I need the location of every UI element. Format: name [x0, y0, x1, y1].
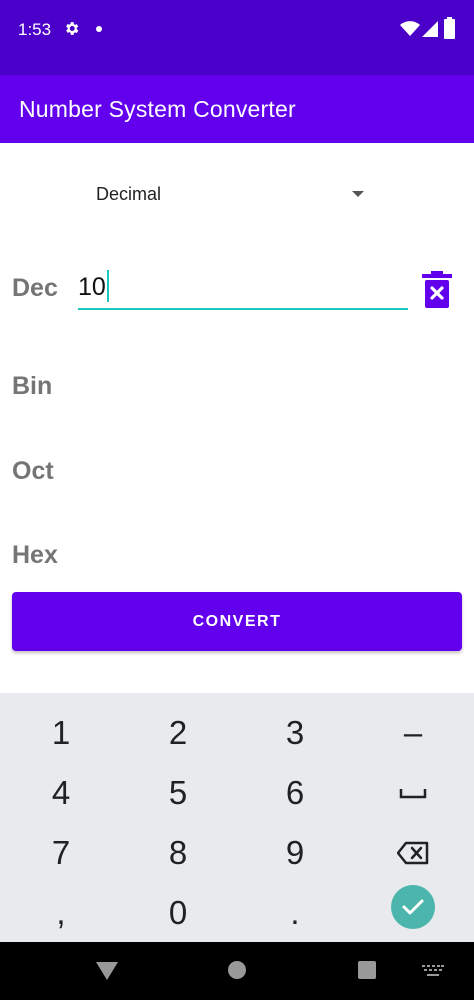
back-icon[interactable] [96, 962, 118, 985]
key-1[interactable]: 1 [21, 704, 101, 762]
oct-label: Oct [12, 457, 54, 485]
key-minus[interactable]: – [373, 704, 453, 762]
key-period[interactable]: . [255, 884, 335, 942]
key-comma[interactable]: , [21, 884, 101, 942]
text-cursor [107, 270, 109, 302]
navigation-bar [0, 942, 474, 1000]
decimal-input[interactable]: 10 [78, 266, 408, 310]
battery-icon [444, 17, 455, 44]
space-key[interactable] [373, 764, 453, 822]
dec-label: Dec [12, 274, 58, 302]
dropdown-arrow-icon [352, 191, 364, 197]
hex-label: Hex [12, 541, 58, 569]
clear-button[interactable] [422, 270, 452, 310]
key-3[interactable]: 3 [255, 704, 335, 762]
app-bar: Number System Converter [0, 75, 474, 143]
decimal-input-value: 10 [78, 273, 106, 301]
bin-label: Bin [12, 372, 53, 400]
key-5[interactable]: 5 [138, 764, 218, 822]
key-8[interactable]: 8 [138, 824, 218, 882]
backspace-key[interactable] [373, 824, 453, 882]
signal-icon [422, 21, 438, 42]
wifi-icon [400, 21, 420, 42]
key-0[interactable]: 0 [138, 884, 218, 942]
recent-apps-icon[interactable] [358, 961, 376, 979]
key-4[interactable]: 4 [21, 764, 101, 822]
dropdown-selected-value: Decimal [96, 184, 162, 204]
app-title: Number System Converter [19, 96, 296, 122]
key-9[interactable]: 9 [255, 824, 335, 882]
keyboard-switch-icon[interactable] [422, 964, 444, 982]
key-7[interactable]: 7 [21, 824, 101, 882]
key-6[interactable]: 6 [255, 764, 335, 822]
trash-clear-icon [422, 271, 452, 308]
space-icon [399, 789, 427, 799]
convert-button[interactable]: CONVERT [12, 592, 462, 651]
backspace-icon [397, 841, 429, 865]
number-system-dropdown[interactable]: Decimal [60, 168, 390, 220]
gear-icon [63, 20, 80, 42]
status-time: 1:53 [18, 20, 52, 39]
status-bar: 1:53 [0, 0, 474, 75]
checkmark-icon [402, 899, 424, 915]
key-2[interactable]: 2 [138, 704, 218, 762]
home-icon[interactable] [228, 961, 246, 979]
done-key[interactable] [391, 885, 435, 929]
notification-dot-icon [96, 26, 102, 32]
